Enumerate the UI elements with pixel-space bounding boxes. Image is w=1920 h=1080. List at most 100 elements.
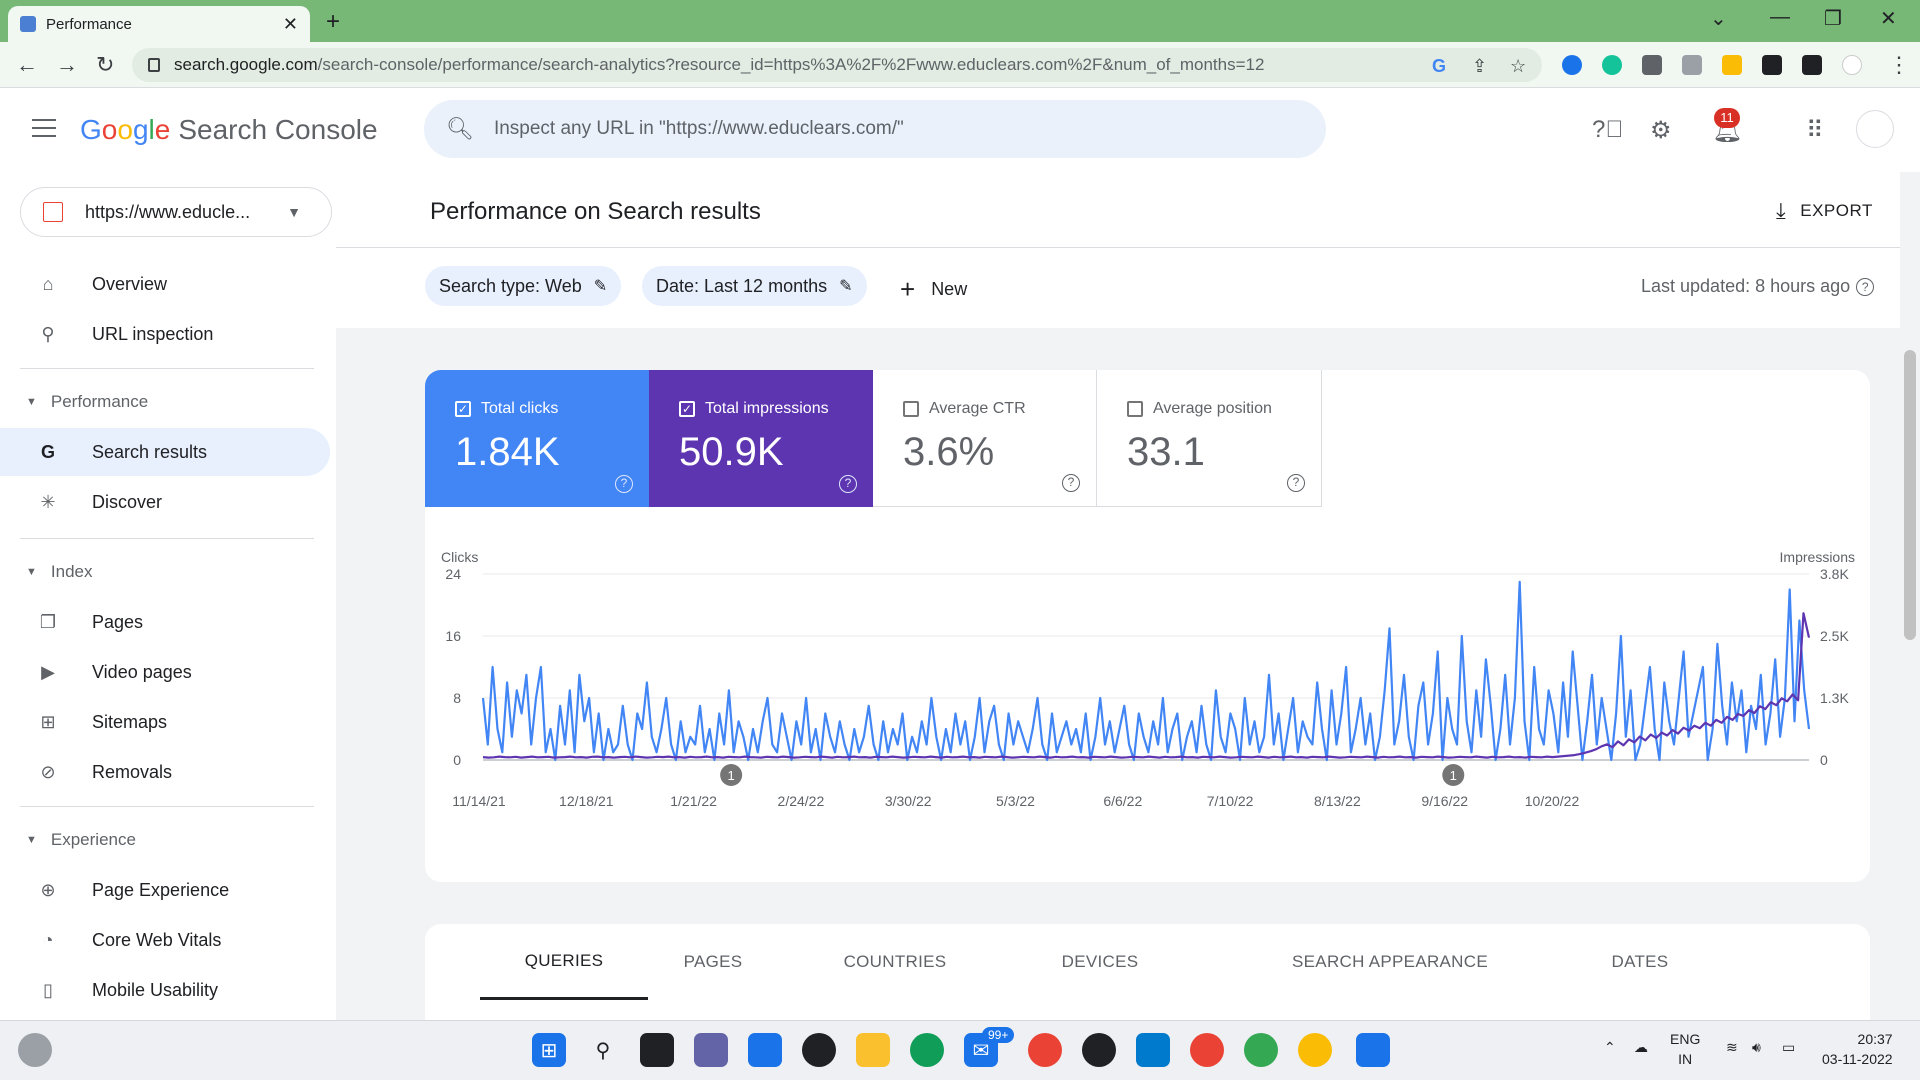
forward-icon[interactable]: →	[56, 52, 78, 78]
tab-search-appearance[interactable]: SEARCH APPEARANCE	[1245, 924, 1535, 1000]
sidebar-item-mobile-usability[interactable]: ▯ Mobile Usability	[0, 966, 330, 1014]
tab-search-icon[interactable]: ⌄	[1710, 6, 1727, 31]
help-icon[interactable]: ?⃝	[1592, 116, 1623, 144]
chrome-icon[interactable]	[1028, 1033, 1062, 1067]
dell-icon[interactable]	[1082, 1033, 1116, 1067]
search-input[interactable]	[493, 118, 1274, 140]
tab-dates[interactable]: DATES	[1575, 924, 1705, 1000]
sidebar-item-discover[interactable]: ✳ Discover	[0, 478, 330, 526]
sidebar-item-video-pages[interactable]: ▶ Video pages	[0, 648, 330, 696]
sidebar-item-pages[interactable]: ❐ Pages	[0, 598, 330, 646]
weather-icon[interactable]	[18, 1033, 52, 1067]
new-filter-button[interactable]: + New	[900, 274, 967, 305]
extension-m-icon[interactable]	[1642, 55, 1662, 75]
url-inspection-search[interactable]: 🔍︎	[424, 100, 1326, 158]
account-avatar[interactable]	[1856, 110, 1894, 148]
notepad-icon[interactable]	[1356, 1033, 1390, 1067]
bookmark-star-icon[interactable]: ☆	[1510, 56, 1526, 77]
date-range-chip[interactable]: Date: Last 12 months ✎	[642, 266, 867, 306]
share-icon[interactable]: ⇪	[1472, 56, 1487, 77]
section-experience[interactable]: ▼ Experience	[26, 830, 136, 850]
sidebar-item-search-results[interactable]: G Search results	[0, 428, 330, 476]
sidebar-item-page-experience[interactable]: ⊕ Page Experience	[0, 866, 330, 914]
help-icon[interactable]: ?	[839, 475, 857, 493]
sidebar-item-url-inspection[interactable]: ⚲ URL inspection	[0, 310, 330, 358]
tray-chevron-icon[interactable]: ⌃	[1604, 1039, 1616, 1056]
help-icon[interactable]: ?	[615, 475, 633, 493]
sidebar-item-overview[interactable]: ⌂ Overview	[0, 260, 330, 308]
sidebar-item-core-web-vitals[interactable]: ◔ Core Web Vitals	[0, 916, 330, 964]
checkbox-checked-icon[interactable]: ✓	[455, 401, 471, 417]
apps-grid-icon[interactable]: ⠿	[1806, 116, 1824, 145]
close-window-icon[interactable]: ✕	[1880, 6, 1897, 31]
language-indicator[interactable]: ENG IN	[1670, 1029, 1700, 1069]
search-icon[interactable]: ⚲	[586, 1033, 620, 1067]
filter-bar: Search type: Web ✎ Date: Last 12 months ✎ …	[336, 248, 1900, 328]
metric-total-clicks[interactable]: ✓ Total clicks 1.84K ?	[425, 370, 649, 507]
google-lens-icon[interactable]: G	[1432, 56, 1446, 77]
tab-pages[interactable]: PAGES	[648, 924, 778, 1000]
side-panel-icon[interactable]	[1802, 55, 1822, 75]
search-type-chip[interactable]: Search type: Web ✎	[425, 266, 622, 306]
onedrive-icon[interactable]: ☁	[1634, 1039, 1648, 1056]
minimize-icon[interactable]: —	[1770, 6, 1790, 29]
tab-title: Performance	[46, 15, 132, 33]
extensions-puzzle-icon[interactable]	[1762, 55, 1782, 75]
scrollbar-thumb[interactable]	[1904, 350, 1916, 640]
vscode-icon[interactable]	[1136, 1033, 1170, 1067]
checkbox-checked-icon[interactable]: ✓	[679, 401, 695, 417]
chrome-icon[interactable]	[1244, 1033, 1278, 1067]
help-icon[interactable]: ?	[1062, 474, 1080, 492]
app-icon[interactable]	[802, 1033, 836, 1067]
file-explorer-icon[interactable]	[856, 1033, 890, 1067]
metric-total-impressions[interactable]: ✓ Total impressions 50.9K ?	[649, 370, 873, 507]
tab-queries[interactable]: QUERIES	[480, 924, 648, 1000]
page-scrollbar[interactable]	[1900, 330, 1920, 1020]
extension-gear-icon[interactable]	[1682, 55, 1702, 75]
mail-badge: 99+	[982, 1027, 1015, 1043]
help-icon[interactable]: ?	[1287, 474, 1305, 492]
wifi-icon[interactable]: ≋	[1726, 1039, 1738, 1056]
new-tab-icon[interactable]: +	[326, 8, 340, 36]
reload-icon[interactable]: ↻	[96, 52, 114, 78]
grammarly-icon[interactable]	[1602, 55, 1622, 75]
metric-average-ctr[interactable]: Average CTR 3.6% ?	[873, 370, 1097, 507]
extension-icon[interactable]	[1562, 55, 1582, 75]
metric-average-position[interactable]: Average position 33.1 ?	[1097, 370, 1322, 507]
section-performance[interactable]: ▼ Performance	[26, 392, 148, 412]
system-clock[interactable]: 20:37 03-11-2022	[1822, 1029, 1893, 1069]
section-index[interactable]: ▼ Index	[26, 562, 92, 582]
checkbox-unchecked-icon[interactable]	[1127, 401, 1143, 417]
url-text[interactable]: search.google.com/search-console/perform…	[174, 55, 1264, 75]
battery-icon[interactable]: ▭	[1782, 1039, 1795, 1056]
home-icon: ⌂	[42, 273, 54, 294]
edge-browser-icon[interactable]	[910, 1033, 944, 1067]
chrome-icon[interactable]	[1190, 1033, 1224, 1067]
highlighter-icon[interactable]	[1722, 55, 1742, 75]
profile-avatar-icon[interactable]	[1842, 55, 1862, 75]
task-view-icon[interactable]	[640, 1033, 674, 1067]
chrome-menu-icon[interactable]: ⋮	[1888, 52, 1910, 78]
property-selector[interactable]: https://www.educle... ▼	[20, 187, 332, 237]
app-icon[interactable]	[748, 1033, 782, 1067]
windows-start-icon[interactable]: ⊞	[532, 1033, 566, 1067]
performance-chart[interactable]: Clicks Impressions 24 3.8K 16 2.5K 8 1.3K 0 0 11/1…	[425, 530, 1870, 882]
sidebar-item-sitemaps[interactable]: ⊞ Sitemaps	[0, 698, 330, 746]
sidebar-item-removals[interactable]: ⊘ Removals	[0, 748, 330, 796]
tab-devices[interactable]: DEVICES	[1025, 924, 1175, 1000]
chrome-icon[interactable]	[1298, 1033, 1332, 1067]
help-icon[interactable]: ?	[1856, 278, 1875, 297]
teams-chat-icon[interactable]	[694, 1033, 728, 1067]
back-icon[interactable]: ←	[16, 52, 38, 78]
export-button[interactable]: ⤓ EXPORT	[1776, 198, 1873, 224]
omnibox[interactable]: search.google.com/search-console/perform…	[132, 48, 1542, 82]
tab-close-icon[interactable]: ✕	[283, 14, 298, 35]
checkbox-unchecked-icon[interactable]	[903, 401, 919, 417]
volume-icon[interactable]: 🔊︎	[1752, 1039, 1761, 1056]
restore-icon[interactable]: ❐	[1824, 6, 1842, 31]
tab-countries[interactable]: COUNTRIES	[815, 924, 975, 1000]
settings-user-icon[interactable]: ⚙	[1650, 116, 1672, 145]
menu-icon[interactable]	[32, 119, 56, 137]
browser-tab[interactable]: Performance ✕	[8, 6, 310, 42]
search-console-logo[interactable]: Google Search Console	[80, 114, 378, 146]
